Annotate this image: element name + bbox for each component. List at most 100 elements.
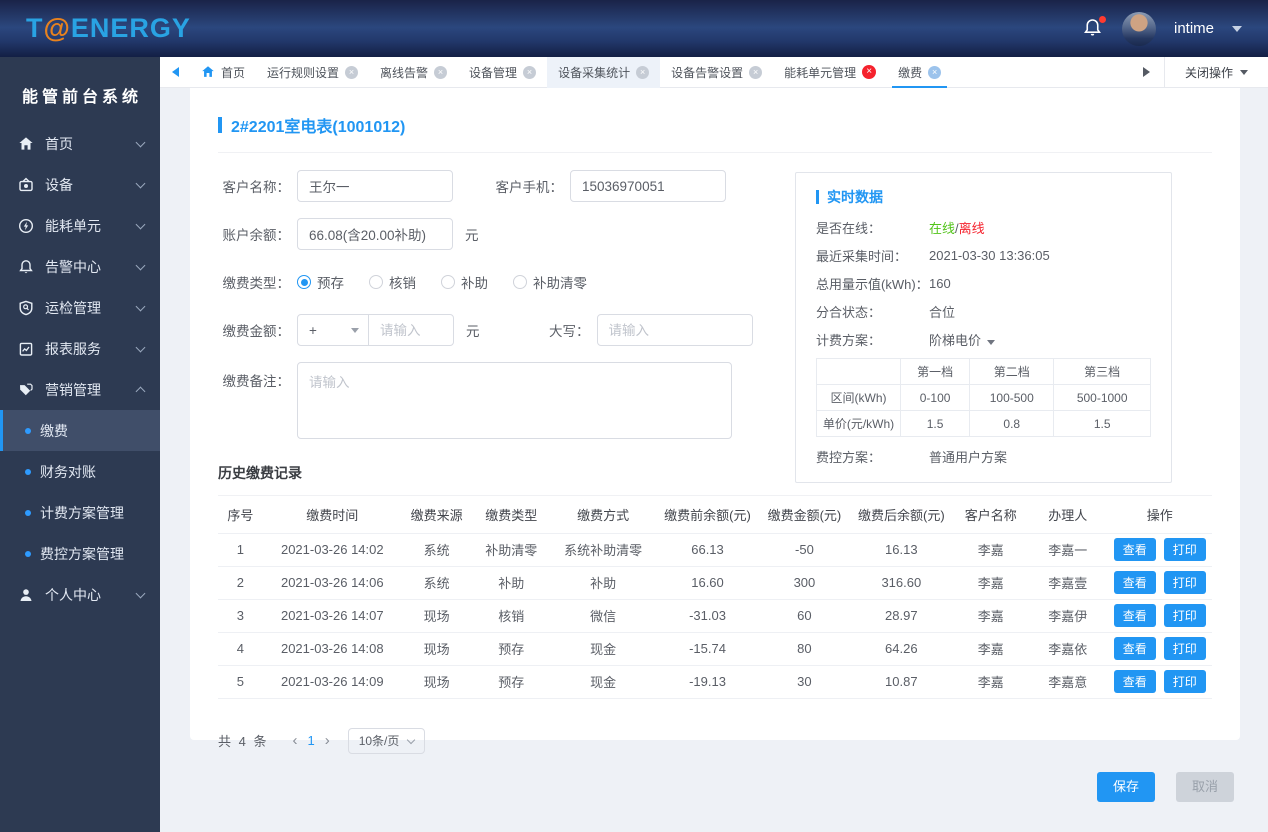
yuan-unit: 元 bbox=[465, 228, 479, 243]
tab-offline-alarm[interactable]: 离线告警 × bbox=[369, 57, 458, 88]
save-button[interactable]: 保存 bbox=[1097, 772, 1155, 802]
sidebar-subitem-finance-reconciliation[interactable]: 财务对账 bbox=[0, 451, 160, 492]
realtime-row-switch-state: 分合状态： 合位 bbox=[816, 302, 1151, 321]
sidebar-item-reports[interactable]: 报表服务 bbox=[0, 328, 160, 369]
chevron-down-icon bbox=[135, 588, 146, 598]
tab-label: 设备管理 bbox=[469, 65, 518, 80]
tab-run-rules[interactable]: 运行规则设置 × bbox=[256, 57, 369, 88]
print-button[interactable]: 打印 bbox=[1163, 604, 1206, 627]
pay-type-label: 缴费类型： bbox=[222, 276, 291, 291]
realtime-row-last-collect: 最近采集时间： 2021-03-30 13:36:05 bbox=[816, 246, 1151, 265]
notification-bell-icon[interactable] bbox=[1082, 15, 1106, 41]
tabbar-right: 关闭操作 bbox=[1142, 57, 1268, 87]
user-menu-caret-icon[interactable] bbox=[1232, 25, 1242, 32]
title-accent-bar bbox=[218, 117, 222, 133]
radio-prepay[interactable]: 预存 bbox=[297, 272, 344, 292]
print-button[interactable]: 打印 bbox=[1163, 637, 1206, 660]
logo-at-symbol: @ bbox=[43, 13, 71, 43]
close-icon[interactable]: × bbox=[636, 65, 650, 79]
user-avatar[interactable] bbox=[1121, 11, 1156, 46]
balance-field[interactable] bbox=[297, 218, 453, 250]
close-operation-dropdown[interactable]: 关闭操作 bbox=[1163, 57, 1268, 87]
sidebar-subitem-billing-plan[interactable]: 计费方案管理 bbox=[0, 492, 160, 533]
sidebar-item-personal-center[interactable]: 个人中心 bbox=[0, 574, 160, 615]
amount-field[interactable] bbox=[368, 314, 454, 346]
sidebar-item-energy-unit[interactable]: 能耗单元 bbox=[0, 205, 160, 246]
table-row: 4 2021-03-26 14:08 现场 预存 现金 -15.74 80 64… bbox=[218, 632, 1212, 666]
caps-amount-field[interactable] bbox=[596, 314, 753, 346]
sidebar-item-home[interactable]: 首页 bbox=[0, 123, 160, 164]
pay-type-radio-group: 预存 核销 补助 补助清零 bbox=[297, 272, 587, 292]
cancel-button[interactable]: 取消 bbox=[1176, 772, 1234, 802]
customer-phone-field[interactable] bbox=[570, 170, 726, 202]
radio-label: 核销 bbox=[389, 276, 416, 291]
tab-energy-unit-mgmt[interactable]: 能耗单元管理 × bbox=[773, 57, 887, 88]
chevron-up-icon bbox=[135, 386, 146, 397]
remark-textarea[interactable] bbox=[297, 362, 732, 439]
realtime-row-total-usage: 总用量示值(kWh)： 160 bbox=[816, 274, 1151, 293]
online-label: 是否在线： bbox=[816, 221, 882, 236]
sidebar-item-marketing[interactable]: 营销管理 bbox=[0, 369, 160, 410]
scroll-tabs-left-icon[interactable] bbox=[172, 67, 179, 77]
next-page-button[interactable]: › bbox=[319, 732, 336, 749]
tab-device-collect-stats[interactable]: 设备采集统计 × bbox=[547, 56, 661, 88]
sidebar-item-alarm-center[interactable]: 告警中心 bbox=[0, 246, 160, 287]
col-balance-before: 缴费前余额(元) bbox=[655, 496, 760, 534]
tier-header-3: 第三档 bbox=[1053, 358, 1151, 385]
tier-price-label: 单价(元/kWh) bbox=[816, 410, 901, 437]
app-logo: T@ENERGY bbox=[26, 13, 191, 44]
view-button[interactable]: 查看 bbox=[1113, 538, 1156, 561]
home-icon bbox=[19, 136, 33, 150]
sidebar-item-device[interactable]: 设备 bbox=[0, 164, 160, 205]
view-button[interactable]: 查看 bbox=[1113, 604, 1156, 627]
print-button[interactable]: 打印 bbox=[1163, 538, 1206, 561]
radio-label: 预存 bbox=[317, 276, 344, 291]
sidebar-subitem-fee-control-plan[interactable]: 费控方案管理 bbox=[0, 533, 160, 574]
close-icon[interactable]: × bbox=[749, 65, 763, 79]
sidebar-subitem-payment[interactable]: 缴费 bbox=[0, 410, 160, 451]
close-icon[interactable]: × bbox=[345, 65, 359, 79]
realtime-row-online: 是否在线： 在线/离线 bbox=[816, 218, 1151, 237]
tab-label: 设备采集统计 bbox=[558, 65, 631, 80]
close-icon[interactable]: × bbox=[523, 65, 537, 79]
close-icon[interactable]: × bbox=[928, 65, 942, 79]
print-button[interactable]: 打印 bbox=[1163, 571, 1206, 594]
prev-page-button[interactable]: ‹ bbox=[286, 732, 303, 749]
sidebar-item-inspection[interactable]: 运检管理 bbox=[0, 287, 160, 328]
view-button[interactable]: 查看 bbox=[1113, 571, 1156, 594]
tier-range-row: 区间(kWh) 0-100 100-500 500-1000 bbox=[816, 384, 1151, 411]
caret-down-icon bbox=[1240, 69, 1248, 75]
tier-price-1: 1.5 bbox=[899, 410, 971, 437]
close-icon[interactable]: × bbox=[434, 65, 448, 79]
scroll-tabs-right-icon[interactable] bbox=[1142, 67, 1150, 77]
customer-name-field[interactable] bbox=[297, 170, 453, 202]
tab-device-alarm-settings[interactable]: 设备告警设置 × bbox=[660, 57, 773, 88]
page-number[interactable]: 1 bbox=[303, 733, 318, 748]
chevron-down-icon bbox=[135, 301, 146, 311]
amount-sign-select[interactable]: + bbox=[297, 314, 369, 346]
print-button[interactable]: 打印 bbox=[1163, 670, 1206, 693]
view-button[interactable]: 查看 bbox=[1113, 670, 1156, 693]
radio-subsidy[interactable]: 补助 bbox=[441, 272, 488, 292]
tab-home[interactable]: 首页 bbox=[190, 57, 256, 88]
tab-label: 设备告警设置 bbox=[671, 65, 744, 80]
view-button[interactable]: 查看 bbox=[1113, 637, 1156, 660]
tier-header-1: 第一档 bbox=[899, 358, 971, 385]
tier-header-empty bbox=[816, 358, 901, 385]
tab-payment[interactable]: 缴费 × bbox=[887, 57, 952, 88]
caret-down-icon bbox=[351, 327, 359, 333]
radio-circle-icon bbox=[441, 275, 455, 289]
tab-device-mgmt[interactable]: 设备管理 × bbox=[458, 57, 547, 88]
bullet-dot-icon bbox=[25, 509, 31, 516]
tier-price-3: 1.5 bbox=[1053, 410, 1151, 437]
sidebar-item-label: 告警中心 bbox=[45, 258, 101, 275]
radio-writeoff[interactable]: 核销 bbox=[369, 272, 416, 292]
page-size-select[interactable]: 10条/页 bbox=[347, 727, 426, 754]
sidebar-item-label: 运检管理 bbox=[45, 299, 101, 316]
radio-subsidy-clear[interactable]: 补助清零 bbox=[513, 272, 587, 292]
customer-phone-label: 客户手机： bbox=[495, 180, 564, 195]
close-icon-red[interactable]: × bbox=[862, 65, 877, 79]
tab-label: 运行规则设置 bbox=[267, 65, 340, 80]
title-accent-bar bbox=[816, 190, 819, 204]
billing-plan-select[interactable]: 阶梯电价 bbox=[929, 330, 996, 349]
